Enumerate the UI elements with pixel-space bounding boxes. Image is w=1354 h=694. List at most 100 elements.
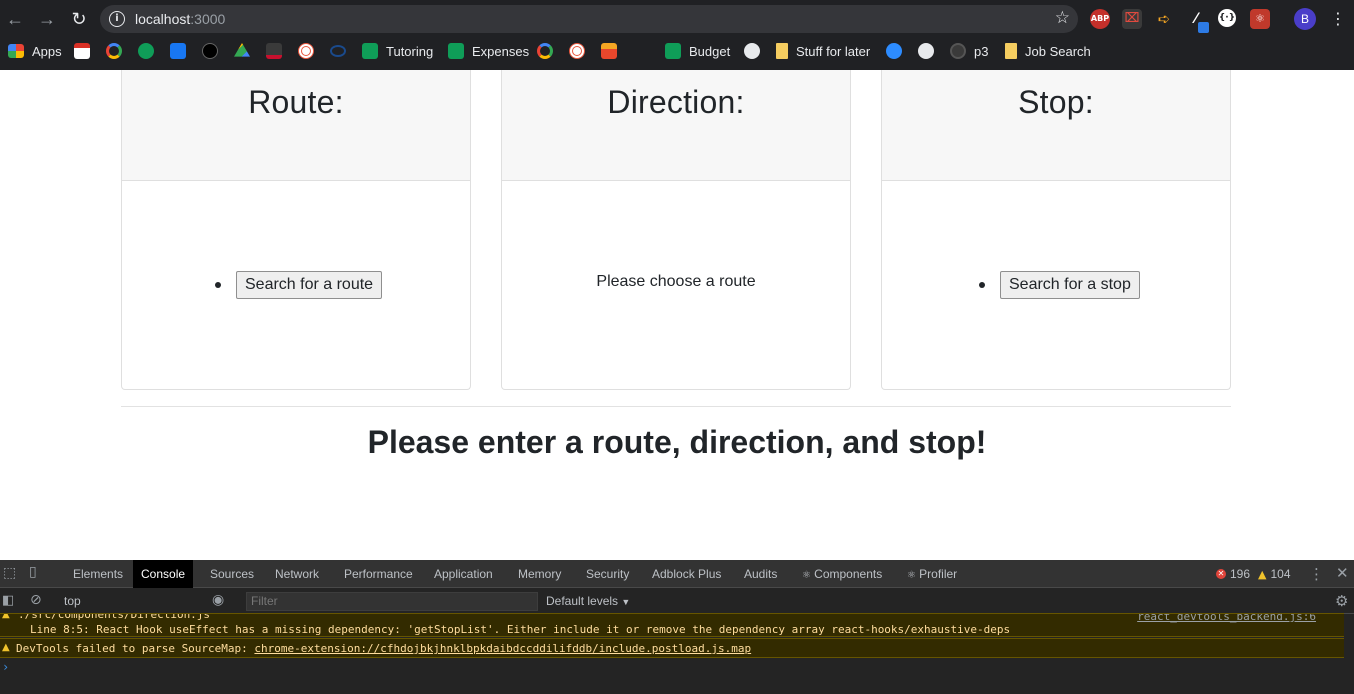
device-toolbar-icon[interactable]: ▯ xyxy=(29,564,37,580)
tab-profiler-label: Profiler xyxy=(919,567,958,581)
url-host: localhost xyxy=(135,11,191,27)
url-text[interactable]: localhost:3000 xyxy=(135,11,225,27)
bookmark-nfl[interactable] xyxy=(266,40,282,62)
close-devtools-icon[interactable]: ✕ xyxy=(1336,564,1349,582)
bookmark-expenses[interactable]: Expenses xyxy=(448,40,529,62)
tab-components[interactable]: ⚛ Components xyxy=(794,560,890,588)
nfl-icon xyxy=(266,43,282,59)
tab-memory[interactable]: Memory xyxy=(510,560,569,588)
chat-icon xyxy=(886,43,902,59)
bookmark-job-search[interactable]: Job Search xyxy=(1005,40,1091,62)
context-selector[interactable]: top xyxy=(64,594,81,608)
search-stop-button[interactable]: Search for a stop xyxy=(1000,271,1140,299)
bookmark-gmail[interactable] xyxy=(74,40,90,62)
route-title: Route: xyxy=(248,84,344,120)
tab-adblock-plus[interactable]: Adblock Plus xyxy=(644,560,729,588)
sheets-icon xyxy=(362,43,378,59)
facebook-icon xyxy=(170,43,186,59)
tab-security[interactable]: Security xyxy=(578,560,637,588)
bookmark-google[interactable] xyxy=(106,40,122,62)
bookmark-google-drive[interactable] xyxy=(234,40,250,62)
tab-console[interactable]: Console xyxy=(133,560,194,588)
bookmark-facebook[interactable] xyxy=(170,40,186,62)
bookmark-tutoring[interactable]: Tutoring xyxy=(362,40,433,62)
site-info-icon[interactable]: i xyxy=(109,11,125,27)
apps-grid-icon xyxy=(8,44,24,58)
direction-message: Please choose a route xyxy=(596,273,756,290)
bookmark-hangouts[interactable] xyxy=(138,40,154,62)
tab-sources[interactable]: Sources xyxy=(202,560,262,588)
sidebar-toggle-icon[interactable]: ◧ xyxy=(2,593,14,608)
pdf-icon[interactable]: ⌧ xyxy=(1122,9,1142,29)
tab-application[interactable]: Application xyxy=(426,560,501,588)
search-site-icon xyxy=(330,45,346,57)
globe-icon xyxy=(744,43,760,59)
clear-console-icon[interactable]: ⊘ xyxy=(30,592,42,608)
direction-title: Direction: xyxy=(607,84,745,120)
tab-profiler[interactable]: ⚛ Profiler xyxy=(899,560,965,588)
message-source-link[interactable]: react_devtools_backend.js:6 xyxy=(1137,614,1316,623)
adblock-plus-icon[interactable]: ABP xyxy=(1090,9,1110,29)
tab-audits[interactable]: Audits xyxy=(736,560,785,588)
forward-arrow-icon[interactable]: → xyxy=(36,8,58,30)
warning-file-path[interactable]: ./src/components/Direction.js xyxy=(18,614,210,621)
sourcemap-link[interactable]: chrome-extension://cfhdojbkjhnklbpkdaibd… xyxy=(254,642,751,655)
console-settings-gear-icon[interactable]: ⚙ xyxy=(1335,592,1348,610)
filter-input[interactable]: Filter xyxy=(246,592,538,611)
tab-network[interactable]: Network xyxy=(267,560,327,588)
warning-text: Line 8:5: React Hook useEffect has a mis… xyxy=(30,623,1011,636)
inspect-element-icon[interactable]: ⬚ xyxy=(3,565,16,581)
code-extension-icon[interactable]: {·} xyxy=(1218,9,1236,27)
react-icon: ⚛ xyxy=(802,570,815,581)
react-icon: ⚛ xyxy=(907,570,920,581)
chevron-down-icon: ▼ xyxy=(621,597,631,607)
devtools-panel: ⬚ ▯ Elements Console Sources Network Per… xyxy=(0,560,1354,694)
bookmark-target-2[interactable] xyxy=(569,40,585,62)
react-extension-icon[interactable]: ⚛ xyxy=(1250,9,1270,29)
live-expression-eye-icon[interactable]: ◉ xyxy=(212,592,224,608)
bookmark-chat[interactable] xyxy=(886,40,902,62)
browser-menu-icon[interactable]: ⋮ xyxy=(1330,8,1346,30)
tab-components-label: Components xyxy=(814,567,883,581)
tab-performance[interactable]: Performance xyxy=(336,560,421,588)
cast-arrow-icon[interactable]: ➪ xyxy=(1154,9,1174,29)
bookmark-github[interactable] xyxy=(918,40,934,62)
route-card-header: Route: xyxy=(122,70,470,181)
bookmark-label: Job Search xyxy=(1025,43,1091,59)
bookmark-label: Budget xyxy=(689,43,731,59)
devtools-menu-icon[interactable]: ⋮ xyxy=(1309,565,1324,583)
bookmark-google-2[interactable] xyxy=(537,40,553,62)
github-icon xyxy=(950,43,966,59)
bookmark-budget[interactable]: Budget xyxy=(665,40,730,62)
bookmark-stuff-for-later[interactable]: Stuff for later xyxy=(776,40,870,62)
search-route-button[interactable]: Search for a route xyxy=(236,271,383,299)
target-icon xyxy=(298,43,314,59)
console-warning-row[interactable]: ./src/components/Direction.js react_devt… xyxy=(0,613,1344,637)
bookmark-target[interactable] xyxy=(298,40,314,62)
list-bullet xyxy=(215,282,221,288)
bookmark-label: Stuff for later xyxy=(796,43,871,59)
console-prompt[interactable]: › xyxy=(2,660,9,674)
error-count: 196 xyxy=(1230,567,1251,581)
bookmark-uesp[interactable] xyxy=(202,40,218,62)
warning-icon: ▲ xyxy=(2,613,10,620)
bookmark-star-icon[interactable]: ☆ xyxy=(1055,8,1070,28)
tab-elements[interactable]: Elements xyxy=(65,560,131,588)
address-bar[interactable]: i localhost:3000 ☆ xyxy=(100,5,1078,33)
route-card: Route: Search for a route xyxy=(121,70,471,390)
console-warning-row[interactable]: ▲ DevTools failed to parse SourceMap: ch… xyxy=(0,638,1344,658)
back-arrow-icon[interactable]: ← xyxy=(4,8,26,30)
bookmark-p3[interactable]: p3 xyxy=(950,40,988,62)
bookmark-apps[interactable]: Apps xyxy=(8,40,62,62)
reload-icon[interactable]: ↻ xyxy=(68,8,90,30)
google-icon xyxy=(537,43,553,59)
bookmark-label: Expenses xyxy=(472,43,530,59)
sourcemap-warning-text: DevTools failed to parse SourceMap: xyxy=(16,642,255,655)
issue-counts[interactable]: ✕ 196 ▲ 104 xyxy=(1216,567,1291,581)
profile-avatar[interactable]: B xyxy=(1294,8,1316,30)
bookmark-globe[interactable] xyxy=(744,40,760,62)
bookmark-search-site[interactable] xyxy=(330,40,346,62)
log-levels-dropdown[interactable]: Default levels ▼ xyxy=(546,594,630,608)
bookmark-tickets[interactable] xyxy=(601,40,617,62)
console-output: ./src/components/Direction.js react_devt… xyxy=(0,613,1354,694)
